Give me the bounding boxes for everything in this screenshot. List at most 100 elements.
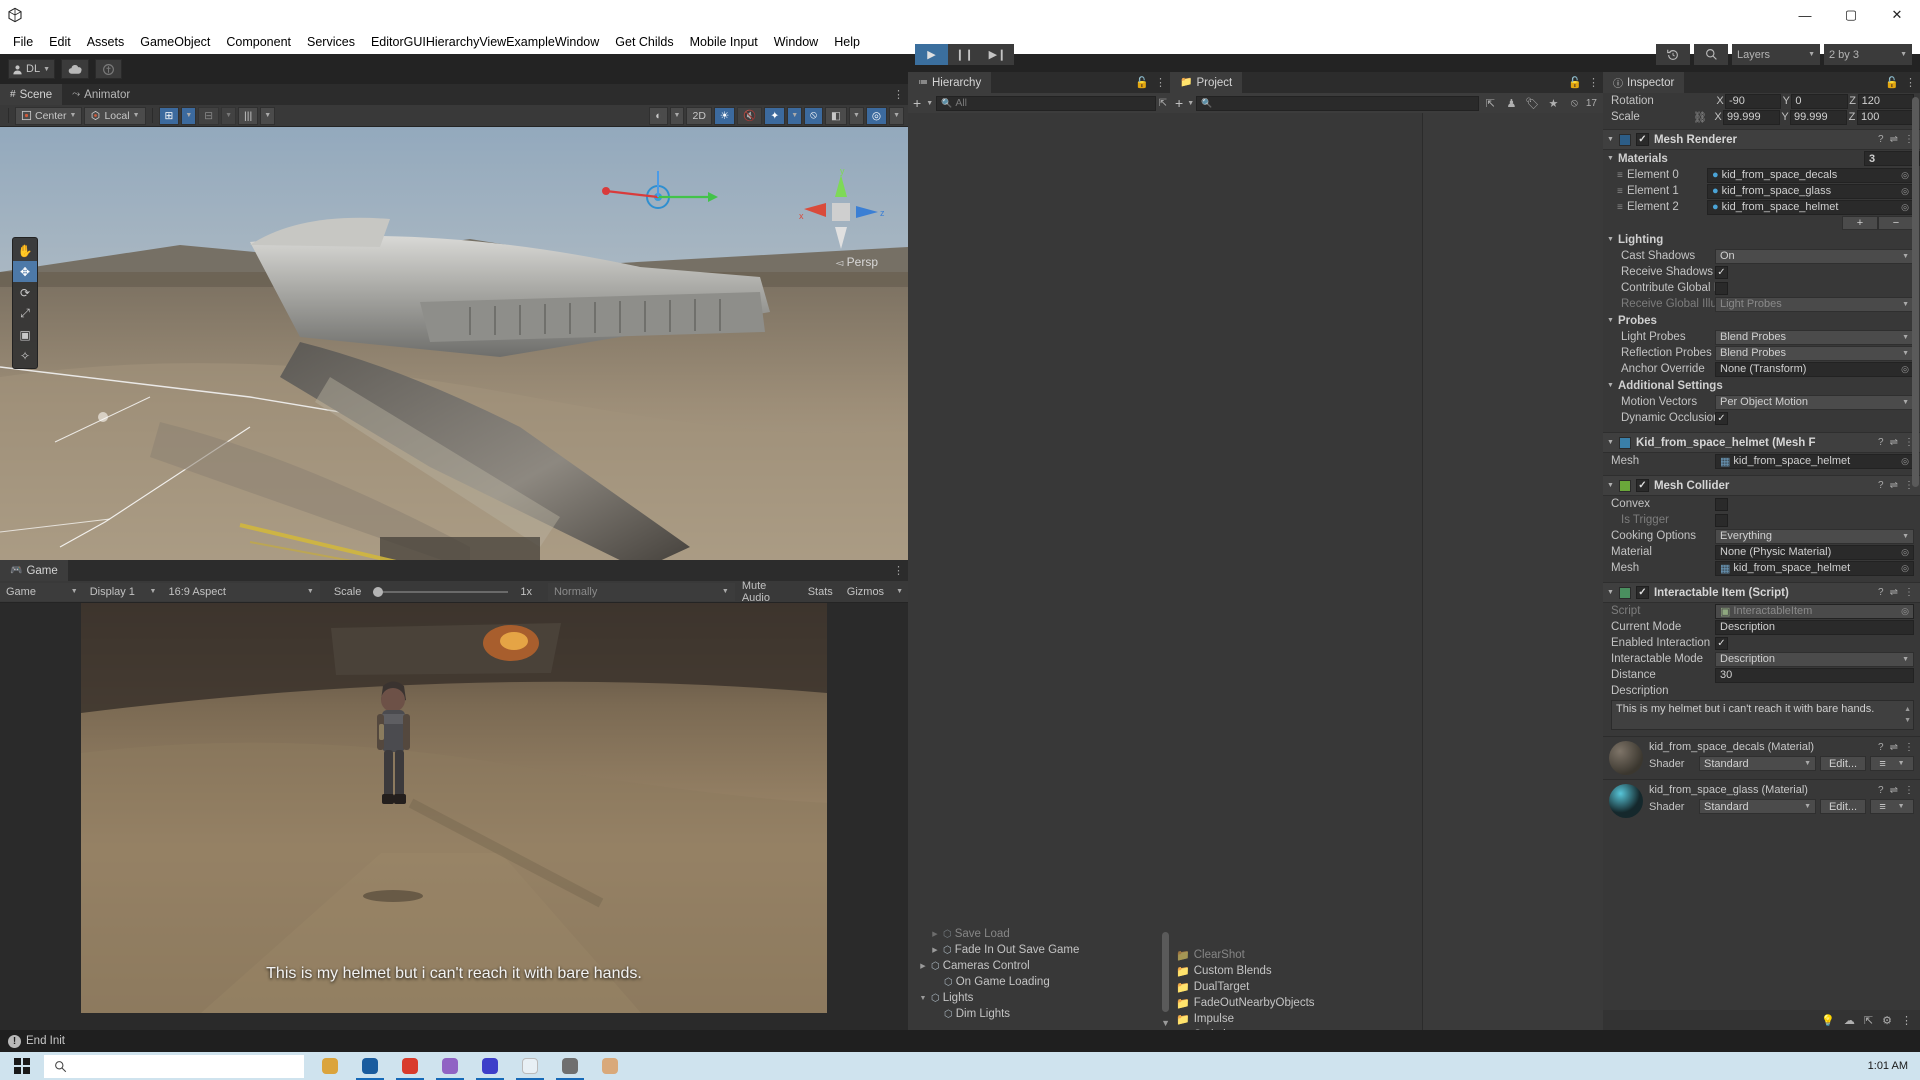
rotation-z-field[interactable]: 120	[1857, 93, 1914, 109]
scroll-down-arrow-icon[interactable]: ▼	[1161, 1018, 1170, 1028]
inspector-body[interactable]: Rotation X -90 Y 0 Z 120 Scale ⛓ X 99.99…	[1603, 93, 1920, 1030]
tab-game[interactable]: 🎮 Game	[0, 560, 68, 581]
drag-handle-icon[interactable]: ≡	[1611, 186, 1627, 197]
mesh-collider-enabled-checkbox[interactable]: ✓	[1635, 479, 1649, 492]
taskbar-search-input[interactable]	[44, 1054, 304, 1078]
material-0-shader-dropdown[interactable]: Standard ▼	[1699, 756, 1816, 771]
rect-tool[interactable]: ▣	[13, 324, 37, 345]
menu-window[interactable]: Window	[766, 32, 826, 52]
expand-arrow-icon[interactable]: ▶	[918, 962, 928, 970]
taskbar-app-red[interactable]	[390, 1052, 430, 1080]
tab-project[interactable]: 📁 Project	[1170, 72, 1243, 93]
menu-gameobject[interactable]: GameObject	[132, 32, 218, 52]
gizmos-dropdown-arrow[interactable]: ▼	[891, 583, 908, 601]
interactable-mode-dropdown[interactable]: Description ▼	[1715, 651, 1914, 667]
mesh-renderer-enabled-checkbox[interactable]: ✓	[1635, 133, 1649, 146]
layout-dropdown[interactable]: 2 by 3 ▼	[1824, 44, 1912, 65]
hidden-objects-icon[interactable]: ⦸	[804, 106, 824, 125]
component-header-interactable-item[interactable]: ▼ ✓ Interactable Item (Script) ? ⇌ ⋮	[1603, 582, 1920, 603]
project-tree[interactable]: 📁 ClearShot 📁 Custom Blends 📁 DualTarget…	[1170, 113, 1422, 1051]
foldout-arrow-icon[interactable]: ▼	[1607, 589, 1614, 596]
cooking-options-dropdown[interactable]: Everything ▼	[1715, 528, 1914, 544]
expand-arrow-icon[interactable]: ▶	[930, 930, 940, 938]
pause-button[interactable]: ❙❙	[948, 44, 981, 65]
layout-icon[interactable]: |||	[238, 106, 259, 125]
script-enabled-checkbox[interactable]: ✓	[1635, 586, 1649, 599]
motion-vectors-dropdown[interactable]: Per Object Motion ▼	[1715, 394, 1914, 410]
game-viewport[interactable]: This is my helmet but i can't reach it w…	[0, 603, 908, 1051]
taskbar-app-tan[interactable]	[590, 1052, 630, 1080]
help-icon[interactable]: ?	[1878, 437, 1884, 448]
effects-dropdown[interactable]: ▼	[787, 106, 803, 125]
scale-z-field[interactable]: 100	[1857, 109, 1914, 125]
object-picker-icon[interactable]: ◎	[1901, 547, 1909, 558]
cast-shadows-dropdown[interactable]: On ▼	[1715, 248, 1914, 264]
element-1-field[interactable]: ● kid_from_space_glass ◎	[1707, 183, 1914, 199]
taskbar-app-purple[interactable]	[430, 1052, 470, 1080]
scene-camera-dropdown[interactable]: ▼	[848, 106, 864, 125]
menu-assets[interactable]: Assets	[79, 32, 133, 52]
object-picker-icon[interactable]: ◎	[1901, 170, 1909, 181]
gizmos-icon[interactable]: ◎	[865, 106, 888, 125]
material-1-options-dropdown[interactable]: ≡ ▼	[1870, 799, 1914, 814]
preset-icon[interactable]: ⇌	[1890, 785, 1898, 796]
taskbar-app-blue[interactable]	[470, 1052, 510, 1080]
undo-history-icon[interactable]	[1656, 44, 1690, 65]
foldout-arrow-icon[interactable]: ▼	[1607, 482, 1614, 489]
material-0-options-dropdown[interactable]: ≡ ▼	[1870, 756, 1914, 771]
favorites-icon[interactable]: ♟	[1502, 95, 1521, 111]
kebab-menu-icon[interactable]: ⋮	[1904, 742, 1914, 753]
gizmos-toggle[interactable]: Gizmos	[840, 583, 891, 601]
description-textarea[interactable]: This is my helmet but i can't reach it w…	[1611, 700, 1914, 730]
receive-shadows-checkbox[interactable]: ✓	[1715, 265, 1728, 279]
chevron-down-icon[interactable]: ▼	[926, 100, 933, 107]
lighting-icon[interactable]: ☀	[713, 106, 736, 125]
object-picker-icon[interactable]: ◎	[1901, 364, 1909, 375]
help-icon[interactable]: ?	[1878, 742, 1884, 753]
taskbar-clock[interactable]: 1:01 AM	[1868, 1060, 1908, 1072]
kebab-menu-icon[interactable]: ⋮	[1904, 785, 1914, 796]
menu-help[interactable]: Help	[826, 32, 868, 52]
account-dropdown[interactable]: DL ▼	[8, 59, 55, 79]
display-dropdown[interactable]: Display 1 ▼	[83, 582, 163, 601]
preset-icon[interactable]: ⇌	[1890, 134, 1898, 145]
help-icon[interactable]: ?	[1878, 587, 1884, 598]
element-0-field[interactable]: ● kid_from_space_decals ◎	[1707, 167, 1914, 183]
foldout-arrow-icon[interactable]: ▼	[1607, 155, 1614, 162]
window-maximize-button[interactable]: ▢	[1828, 0, 1874, 30]
layout-dropdown-2[interactable]: ▼	[260, 106, 276, 125]
project-add-button[interactable]: +	[1173, 95, 1185, 111]
enabled-interaction-checkbox[interactable]: ✓	[1715, 636, 1728, 650]
material-1-edit-button[interactable]: Edit...	[1820, 799, 1866, 814]
drag-handle-icon[interactable]: ≡	[1611, 170, 1627, 181]
material-0-edit-button[interactable]: Edit...	[1820, 756, 1866, 771]
foldout-arrow-icon[interactable]: ▼	[1607, 382, 1614, 389]
vsync-dropdown[interactable]: Normally ▼	[547, 582, 735, 601]
kebab-menu-icon[interactable]: ⋮	[1901, 1014, 1912, 1027]
scale-y-field[interactable]: 99.999	[1790, 109, 1847, 125]
light-probes-dropdown[interactable]: Blend Probes ▼	[1715, 329, 1914, 345]
project-expand-icon[interactable]: ⇱	[1481, 95, 1500, 111]
menu-mobile-input[interactable]: Mobile Input	[682, 32, 766, 52]
scale-x-field[interactable]: 99.999	[1723, 109, 1780, 125]
persp-label[interactable]: ◅ Persp	[836, 255, 878, 269]
scene-camera-icon[interactable]: ◧	[825, 106, 847, 125]
object-picker-icon[interactable]: ◎	[1901, 202, 1909, 213]
scale-slider[interactable]	[373, 585, 509, 599]
project-search-input[interactable]: 🔍	[1196, 95, 1479, 111]
lock-icon[interactable]: 🔓	[1568, 76, 1582, 89]
stats-toggle[interactable]: Stats	[801, 583, 840, 601]
contribute-gi-checkbox[interactable]	[1715, 281, 1728, 295]
grid-snap-dropdown[interactable]: ▼	[181, 106, 197, 125]
hidden-objects-icon[interactable]: ⦸	[1565, 95, 1584, 111]
component-header-mesh-collider[interactable]: ▼ ✓ Mesh Collider ? ⇌ ⋮	[1603, 475, 1920, 496]
kebab-menu-icon[interactable]: ⋮	[1588, 76, 1599, 89]
taskbar-app-white[interactable]	[510, 1052, 550, 1080]
hierarchy-list[interactable]: ▶ ⬡ Save Load ▶ ⬡ Fade In Out Save Game …	[908, 113, 1170, 1030]
collider-material-field[interactable]: None (Physic Material) ◎	[1715, 544, 1914, 560]
anchor-override-field[interactable]: None (Transform) ◎	[1715, 361, 1914, 377]
rotation-y-field[interactable]: 0	[1791, 93, 1848, 109]
collab-icon[interactable]	[95, 59, 122, 79]
kebab-menu-icon[interactable]: ⋮	[1905, 76, 1916, 89]
scroll-down-arrow-icon[interactable]: ▼	[1904, 714, 1911, 727]
